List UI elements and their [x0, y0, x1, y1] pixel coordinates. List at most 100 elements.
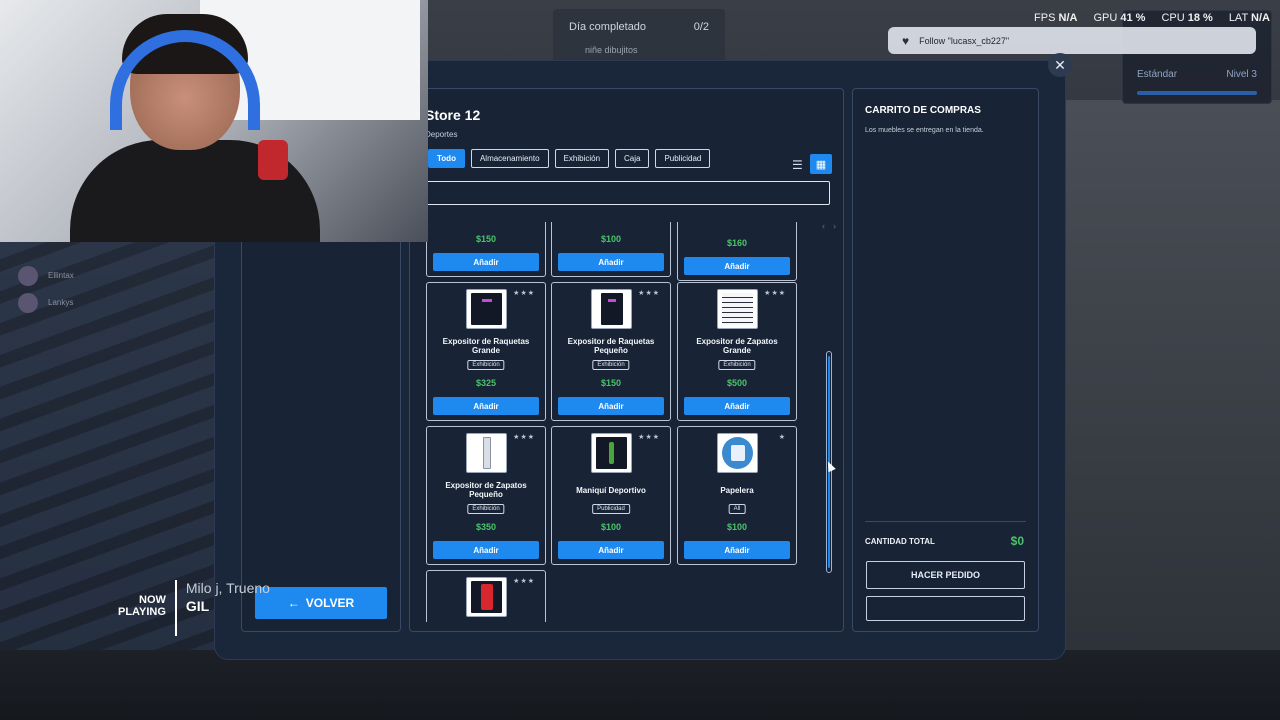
product-category: Exhibición — [467, 504, 505, 514]
filter-caja[interactable]: Caja — [615, 149, 650, 168]
follow-text: Follow "lucasx_cb227" — [919, 35, 1010, 46]
total-label: CANTIDAD TOTAL — [865, 537, 935, 546]
arrow-left-icon: ← — [287, 596, 300, 610]
add-button[interactable]: Añadir — [433, 397, 539, 415]
perf-overlay: FPS N/A GPU 41 % CPU 18 % LAT N/A — [1034, 12, 1270, 24]
avatar — [18, 265, 38, 286]
add-button[interactable]: Añadir — [684, 257, 790, 275]
star-rating: ★★★ — [764, 290, 786, 297]
product-price: $350 — [475, 522, 497, 532]
product-card: $100 Añadir — [551, 222, 671, 277]
store-title: Store 12 — [425, 107, 481, 123]
fps-label: FPS — [1034, 12, 1056, 24]
product-price: $500 — [726, 378, 748, 388]
back-label: VOLVER — [305, 596, 355, 610]
filter-almacenamiento[interactable]: Almacenamiento — [470, 149, 549, 168]
lat-value: N/A — [1251, 12, 1270, 24]
star-rating: ★★★ — [513, 578, 535, 585]
chatter-item: Ellintax — [18, 262, 74, 289]
webcam-overlay — [0, 0, 428, 242]
place-order-button[interactable]: HACER PEDIDO — [866, 561, 1025, 589]
product-card: ★★★ Expositor de Zapatos Pequeño Exhibic… — [426, 426, 546, 565]
product-name: Papelera — [720, 485, 754, 495]
quest-progress: 0/2 — [693, 21, 709, 33]
add-button[interactable]: Añadir — [558, 541, 664, 559]
chatter-name: Lankys — [48, 298, 74, 307]
product-category: Exhibición — [718, 360, 756, 370]
filter-todo[interactable]: Todo — [428, 149, 465, 168]
quest-tracker: Día completado 0/2 niñe dibujitos — [553, 9, 725, 67]
product-price: $100 — [600, 522, 622, 532]
racket-display-icon — [591, 289, 632, 329]
now-playing-widget: NOW PLAYING Milo j, Trueno GIL — [118, 580, 270, 636]
follow-notification: ♥ Follow "lucasx_cb227" — [888, 27, 1256, 54]
product-category: Publicidad — [592, 504, 630, 514]
shoe-display-icon — [717, 289, 758, 329]
product-card: $150 Añadir — [426, 222, 546, 277]
filter-bar: Todo Almacenamiento Exhibición Caja Publ… — [428, 149, 711, 168]
close-button[interactable]: ✕ — [1048, 53, 1072, 77]
product-name: Expositor de Zapatos Pequeño — [445, 481, 527, 499]
divider — [174, 580, 177, 636]
search-input[interactable] — [425, 181, 830, 205]
back-button[interactable]: ← VOLVER — [255, 587, 387, 619]
cart-title: CARRITO DE COMPRAS — [865, 105, 981, 116]
streamer-image — [70, 14, 320, 242]
filter-exhibicion[interactable]: Exhibición — [554, 149, 610, 168]
background-wall — [1050, 100, 1280, 720]
rank-label: Estándar — [1137, 69, 1178, 80]
trash-can-icon — [717, 433, 758, 473]
product-card: ★★★ Maniquí Deportivo Publicidad $100 Añ… — [551, 426, 671, 565]
star-rating: ★★★ — [513, 434, 535, 441]
shoe-display-icon — [466, 433, 507, 473]
level-panel: Estándar Nivel 3 — [1122, 10, 1272, 104]
heart-icon: ♥ — [902, 33, 910, 48]
product-price: $150 — [475, 234, 497, 244]
racket-display-icon — [466, 289, 507, 329]
avatar — [18, 292, 38, 313]
star-rating: ★★★ — [638, 290, 660, 297]
filter-publicidad[interactable]: Publicidad — [655, 149, 711, 168]
add-button[interactable]: Añadir — [433, 541, 539, 559]
product-name: Expositor de Raquetas Pequeño — [567, 337, 655, 355]
product-card: ★★★ Expositor de Zapatos Grande Exhibici… — [677, 282, 797, 421]
add-button[interactable]: Añadir — [433, 253, 539, 271]
grid-view-icon[interactable]: ▦ — [810, 154, 832, 174]
lat-label: LAT — [1228, 12, 1248, 24]
pager: ‹ › — [822, 221, 836, 231]
secondary-button[interactable] — [866, 596, 1025, 621]
add-button[interactable]: Añadir — [558, 253, 664, 271]
divider — [865, 521, 1026, 522]
product-grid: $150 Añadir $100 Añadir $160 Añadir ★★★ … — [426, 222, 801, 622]
store-subtitle: Deportes — [425, 130, 458, 139]
product-category: All — [728, 504, 746, 514]
product-card: ★★★ — [426, 570, 546, 622]
add-button[interactable]: Añadir — [684, 397, 790, 415]
add-button[interactable]: Añadir — [558, 397, 664, 415]
product-price: $100 — [600, 234, 622, 244]
chatter-name: Ellintax — [48, 271, 74, 280]
fps-value: N/A — [1058, 12, 1078, 24]
mannequin-icon — [591, 433, 632, 473]
chevron-right-icon[interactable]: › — [833, 221, 836, 231]
list-view-icon[interactable]: ☰ — [792, 158, 803, 172]
level-progress-bar — [1137, 91, 1257, 95]
cpu-label: CPU — [1161, 12, 1185, 24]
store-panel: Store 12 Deportes Todo Almacenamiento Ex… — [409, 88, 844, 632]
product-price: $160 — [726, 238, 748, 248]
chevron-left-icon[interactable]: ‹ — [822, 221, 825, 231]
add-button[interactable]: Añadir — [684, 541, 790, 559]
microphone-icon — [258, 140, 288, 180]
gpu-label: GPU — [1093, 12, 1118, 24]
song-artist: Milo j, Trueno — [185, 580, 270, 596]
background-floor — [0, 650, 1280, 720]
chatter-list: Ellintax Lankys — [18, 262, 74, 316]
cart-panel: CARRITO DE COMPRAS Los muebles se entreg… — [852, 88, 1039, 632]
song-title: GIL — [185, 598, 210, 614]
gpu-value: 41 % — [1120, 12, 1146, 24]
display-rack-icon — [466, 577, 507, 617]
product-card: $160 Añadir — [677, 222, 797, 281]
product-price: $150 — [600, 378, 622, 388]
level-label: Nivel 3 — [1226, 69, 1257, 80]
now-playing-label: NOW PLAYING — [118, 594, 166, 618]
